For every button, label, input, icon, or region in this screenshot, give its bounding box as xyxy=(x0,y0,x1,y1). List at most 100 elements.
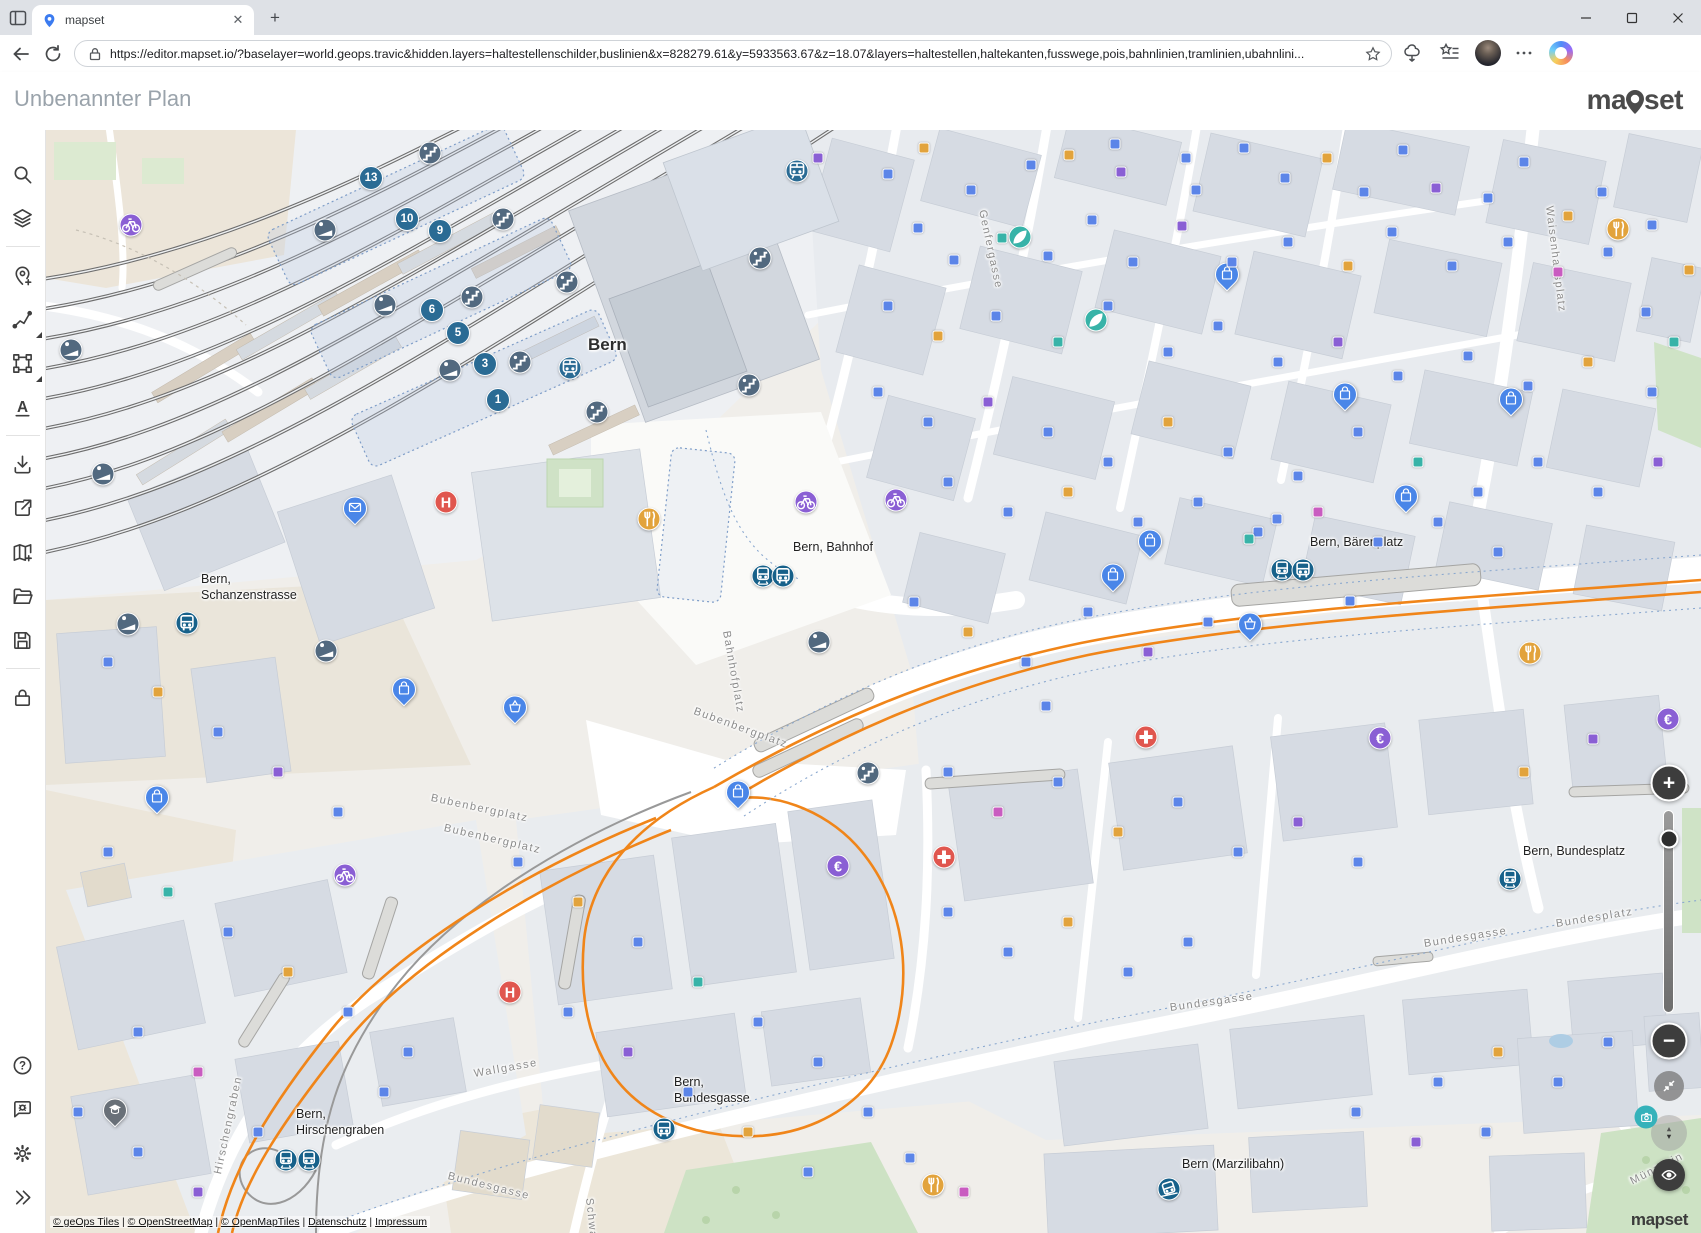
poi-marker[interactable] xyxy=(513,857,524,868)
bag-pin[interactable] xyxy=(1138,529,1162,553)
window-minimize-button[interactable] xyxy=(1563,0,1609,35)
poi-marker[interactable] xyxy=(1333,337,1344,348)
poi-marker[interactable] xyxy=(1213,321,1224,332)
train-marker[interactable] xyxy=(559,357,582,380)
poi-marker[interactable] xyxy=(253,1127,264,1138)
copilot-icon[interactable] xyxy=(1549,41,1573,65)
poi-marker[interactable] xyxy=(1431,183,1442,194)
poi-marker[interactable] xyxy=(1087,215,1098,226)
map-canvas[interactable]: GenfergasseWaisenhausplatzBahnhofplatzBu… xyxy=(46,130,1701,1233)
poi-marker[interactable] xyxy=(1026,160,1037,171)
bag-pin[interactable] xyxy=(1333,382,1357,406)
poi-marker[interactable] xyxy=(1588,734,1599,745)
poi-marker[interactable] xyxy=(1447,261,1458,272)
sidebar-text-button[interactable]: A xyxy=(1,385,45,429)
poi-marker[interactable] xyxy=(333,807,344,818)
poi-marker[interactable] xyxy=(273,767,284,778)
poi-marker[interactable] xyxy=(883,301,894,312)
sidebar-add-pin-button[interactable] xyxy=(1,253,45,297)
leaf-marker[interactable] xyxy=(1085,309,1108,332)
fork-marker[interactable] xyxy=(922,1174,945,1197)
stairs-marker[interactable] xyxy=(749,247,772,270)
poi-marker[interactable] xyxy=(1583,357,1594,368)
poi-marker[interactable] xyxy=(1203,617,1214,628)
ramp-marker[interactable] xyxy=(374,294,397,317)
poi-marker[interactable] xyxy=(163,887,174,898)
bag-pin[interactable] xyxy=(1499,387,1523,411)
poi-marker[interactable] xyxy=(1503,237,1514,248)
sidebar-save-button[interactable] xyxy=(1,618,45,662)
poi-marker[interactable] xyxy=(1373,537,1384,548)
site-security-icon[interactable] xyxy=(87,46,103,62)
poi-marker[interactable] xyxy=(1003,507,1014,518)
poi-marker[interactable] xyxy=(1533,457,1544,468)
poi-marker[interactable] xyxy=(1177,221,1188,232)
poi-marker[interactable] xyxy=(1227,257,1238,268)
back-icon[interactable] xyxy=(10,43,32,65)
poi-marker[interactable] xyxy=(1647,220,1658,231)
poi-marker[interactable] xyxy=(283,967,294,978)
basket-pin[interactable] xyxy=(503,695,527,719)
poi-marker[interactable] xyxy=(813,1057,824,1068)
platform-number-marker[interactable]: 13 xyxy=(359,166,383,190)
poi-marker[interactable] xyxy=(983,397,994,408)
poi-marker[interactable] xyxy=(1343,261,1354,272)
poi-marker[interactable] xyxy=(949,255,960,266)
stairs-marker[interactable] xyxy=(419,142,442,165)
poi-marker[interactable] xyxy=(1272,514,1283,525)
poi-marker[interactable] xyxy=(223,927,234,938)
poi-marker[interactable] xyxy=(963,627,974,638)
poi-marker[interactable] xyxy=(909,597,920,608)
stairs-marker[interactable] xyxy=(556,271,579,294)
poi-marker[interactable] xyxy=(343,1007,354,1018)
url-field[interactable]: https://editor.mapset.io/?baselayer=worl… xyxy=(74,40,1392,67)
poi-marker[interactable] xyxy=(1110,139,1121,150)
poi-marker[interactable] xyxy=(1523,381,1534,392)
cross-marker[interactable] xyxy=(1135,726,1158,749)
poi-marker[interactable] xyxy=(573,897,584,908)
attribution-link[interactable]: © OpenStreetMap xyxy=(128,1216,213,1228)
bookmark-star-icon[interactable] xyxy=(1365,46,1381,62)
poi-marker[interactable] xyxy=(1133,517,1144,528)
poi-marker[interactable] xyxy=(1103,457,1114,468)
poi-marker[interactable] xyxy=(153,687,164,698)
poi-marker[interactable] xyxy=(683,1087,694,1098)
poi-marker[interactable] xyxy=(943,767,954,778)
poi-marker[interactable] xyxy=(1063,917,1074,928)
fork-marker[interactable] xyxy=(638,508,661,531)
bag-pin[interactable] xyxy=(1101,563,1125,587)
stop-tram-icon[interactable] xyxy=(298,1149,321,1172)
poi-marker[interactable] xyxy=(1597,187,1608,198)
platform-number-marker[interactable]: 1 xyxy=(486,388,510,412)
stop-label-bern-marzilibahn[interactable]: Bern (Marzilibahn) xyxy=(1182,1157,1284,1173)
poi-marker[interactable] xyxy=(103,657,114,668)
bike-marker[interactable] xyxy=(885,489,908,512)
stairs-marker[interactable] xyxy=(492,208,515,231)
sidebar-add-map-button[interactable] xyxy=(1,530,45,574)
stairs-marker[interactable] xyxy=(857,762,880,785)
poi-marker[interactable] xyxy=(193,1187,204,1198)
ramp-marker[interactable] xyxy=(315,640,338,663)
poi-marker[interactable] xyxy=(1603,247,1614,258)
poi-marker[interactable] xyxy=(213,727,224,738)
poi-marker[interactable] xyxy=(633,937,644,948)
poi-marker[interactable] xyxy=(923,417,934,428)
poi-marker[interactable] xyxy=(1481,1127,1492,1138)
refresh-icon[interactable] xyxy=(42,43,64,65)
stop-bus-icon[interactable] xyxy=(176,612,199,635)
euro-marker[interactable]: € xyxy=(1657,708,1680,731)
poi-marker[interactable] xyxy=(993,807,1004,818)
poi-marker[interactable] xyxy=(103,847,114,858)
poi-marker[interactable] xyxy=(133,1027,144,1038)
poi-marker[interactable] xyxy=(1183,937,1194,948)
poi-marker[interactable] xyxy=(133,1147,144,1158)
poi-marker[interactable] xyxy=(1128,257,1139,268)
poi-marker[interactable] xyxy=(1173,797,1184,808)
stop-tram-icon[interactable] xyxy=(275,1149,298,1172)
stop-bus-icon[interactable] xyxy=(653,1118,676,1141)
poi-marker[interactable] xyxy=(1041,701,1052,712)
poi-marker[interactable] xyxy=(1359,187,1370,198)
poi-marker[interactable] xyxy=(883,169,894,180)
poi-marker[interactable] xyxy=(1647,387,1658,398)
bag-pin[interactable] xyxy=(1394,484,1418,508)
